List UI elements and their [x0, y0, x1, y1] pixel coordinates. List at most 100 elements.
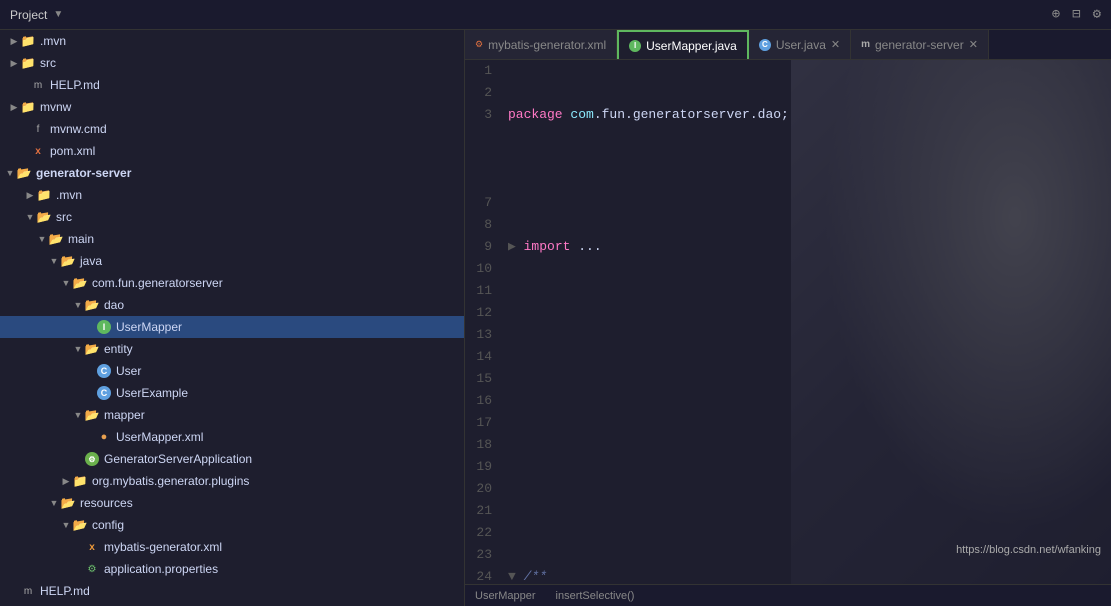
sidebar-item-label: main [68, 232, 94, 246]
sidebar-item-src1[interactable]: ▶ 📁 src [0, 52, 464, 74]
sidebar-item-label: mvnw [40, 100, 71, 114]
tab-interface-icon: I [629, 40, 641, 52]
sidebar-item-label: entity [104, 342, 133, 356]
sidebar-item-mvn1[interactable]: ▶ 📁 .mvn [0, 30, 464, 52]
folder-icon: 📂 [60, 253, 76, 269]
arrow-icon: ▶ [8, 102, 20, 113]
arrow-icon: ▶ [8, 36, 20, 47]
sidebar-item-mvnw2[interactable]: ▶ 📁 mvnw [0, 602, 464, 606]
tab-class-icon: C [759, 39, 771, 51]
arrow-icon: ▶ [24, 190, 36, 201]
sidebar-item-label: org.mybatis.generator.plugins [92, 474, 249, 488]
sidebar-item-usermapperxml[interactable]: ● UserMapper.xml [0, 426, 464, 448]
split-icon[interactable]: ⊟ [1072, 6, 1080, 23]
title-icons: ⊕ ⊟ ⚙ [1052, 6, 1101, 23]
sidebar-item-mapper[interactable]: ▼ 📂 mapper [0, 404, 464, 426]
sidebar-item-user[interactable]: C User [0, 360, 464, 382]
globe-icon[interactable]: ⊕ [1052, 6, 1060, 23]
tab-close-button[interactable]: ✕ [969, 38, 978, 51]
project-title: Project ▼ [10, 8, 63, 22]
sidebar-item-mvnw[interactable]: ▶ 📁 mvnw [0, 96, 464, 118]
sidebar-item-pomxml[interactable]: x pom.xml [0, 140, 464, 162]
sidebar-item-userexample[interactable]: C UserExample [0, 382, 464, 404]
folder-icon: 📂 [16, 165, 32, 181]
sidebar-item-label: src [56, 210, 72, 224]
sidebar-item-label: application.properties [104, 562, 218, 576]
xml-icon: ● [96, 429, 112, 445]
status-class: UserMapper [475, 590, 536, 602]
folder-icon: 📁 [36, 187, 52, 203]
folder-icon: 📂 [36, 209, 52, 225]
tabs-bar: ⚙ mybatis-generator.xml I UserMapper.jav… [465, 30, 1111, 60]
sidebar-item-orgmybatis[interactable]: ▶ 📁 org.mybatis.generator.plugins [0, 470, 464, 492]
code-line-6 [508, 434, 1103, 456]
tab-module-icon: m [861, 39, 870, 50]
properties-icon: ⚙ [84, 561, 100, 577]
sidebar-item-resources[interactable]: ▼ 📂 resources [0, 492, 464, 514]
sidebar-item-mvnwcmd[interactable]: f mvnw.cmd [0, 118, 464, 140]
tab-generator-server[interactable]: m generator-server ✕ [851, 30, 989, 59]
sidebar-item-mybatisxml[interactable]: x mybatis-generator.xml [0, 536, 464, 558]
sidebar-item-label: config [92, 518, 124, 532]
sidebar-item-package[interactable]: ▼ 📂 com.fun.generatorserver [0, 272, 464, 294]
main-layout: ▶ 📁 .mvn ▶ 📁 src m HELP.md ▶ 📁 mvnw f mv… [0, 30, 1111, 606]
sidebar-item-dao[interactable]: ▼ 📂 dao [0, 294, 464, 316]
arrow-icon: ▼ [24, 212, 36, 222]
sidebar-item-label: java [80, 254, 102, 268]
sidebar-item-label: resources [80, 496, 133, 510]
sidebar-item-label: com.fun.generatorserver [92, 276, 223, 290]
code-line-3: ▶ import ... [508, 236, 1103, 258]
sidebar[interactable]: ▶ 📁 .mvn ▶ 📁 src m HELP.md ▶ 📁 mvnw f mv… [0, 30, 465, 606]
tab-close-button[interactable]: ✕ [831, 38, 840, 51]
sidebar-item-label: HELP.md [50, 78, 100, 92]
md-icon: m [30, 77, 46, 93]
code-line-1: package com.fun.generatorserver.dao; [508, 104, 1103, 126]
sidebar-item-label: HELP.md [40, 584, 90, 598]
sidebar-item-main[interactable]: ▼ 📂 main [0, 228, 464, 250]
sidebar-item-label: .mvn [40, 34, 66, 48]
sidebar-item-config[interactable]: ▼ 📂 config [0, 514, 464, 536]
sidebar-item-helpmd2[interactable]: m HELP.md [0, 580, 464, 602]
sidebar-item-entity[interactable]: ▼ 📂 entity [0, 338, 464, 360]
sidebar-item-label: generator-server [36, 166, 131, 180]
sidebar-item-label: User [116, 364, 141, 378]
sidebar-item-generatorapp[interactable]: ⚙ GeneratorServerApplication [0, 448, 464, 470]
arrow-icon: ▼ [72, 410, 84, 420]
folder-icon: 📁 [20, 33, 36, 49]
sidebar-item-java[interactable]: ▼ 📂 java [0, 250, 464, 272]
spring-icon: ⚙ [84, 451, 100, 467]
sidebar-item-label: mvnw.cmd [50, 122, 107, 136]
folder-icon: 📂 [48, 231, 64, 247]
sidebar-item-helpmd1[interactable]: m HELP.md [0, 74, 464, 96]
sidebar-item-mvn2[interactable]: ▶ 📁 .mvn [0, 184, 464, 206]
folder-icon: 📂 [84, 407, 100, 423]
tab-mybatis-generator-xml[interactable]: ⚙ mybatis-generator.xml [465, 30, 617, 59]
title-arrow: ▼ [53, 9, 63, 20]
settings-icon[interactable]: ⚙ [1093, 6, 1101, 23]
tab-usermapper-java[interactable]: I UserMapper.java [617, 30, 749, 59]
sidebar-item-generator-server-root[interactable]: ▼ 📂 generator-server [0, 162, 464, 184]
folder-icon: 📁 [20, 55, 36, 71]
editor-area: ⚙ mybatis-generator.xml I UserMapper.jav… [465, 30, 1111, 606]
code-editor[interactable]: 1 2 3 7 8 9 10 11 12 13 14 15 16 17 18 1… [465, 60, 1111, 584]
sidebar-item-src2[interactable]: ▼ 📂 src [0, 206, 464, 228]
sidebar-item-appproperties[interactable]: ⚙ application.properties [0, 558, 464, 580]
tab-label: User.java [776, 38, 826, 52]
arrow-icon: ▶ [60, 476, 72, 487]
tab-label: UserMapper.java [646, 39, 737, 53]
code-line-2 [508, 170, 1103, 192]
code-line-4 [508, 302, 1103, 324]
arrow-icon: ▼ [60, 278, 72, 288]
arrow-icon: ▶ [8, 58, 20, 69]
sidebar-item-label: dao [104, 298, 124, 312]
line-numbers: 1 2 3 7 8 9 10 11 12 13 14 15 16 17 18 1… [465, 60, 500, 584]
xml-icon: x [84, 539, 100, 555]
sidebar-item-usermapper[interactable]: I UserMapper [0, 316, 464, 338]
arrow-icon: ▼ [48, 256, 60, 266]
code-line-7 [508, 500, 1103, 522]
folder-icon: 📁 [72, 473, 88, 489]
arrow-icon: ▼ [60, 520, 72, 530]
sidebar-item-label: pom.xml [50, 144, 95, 158]
interface-icon: I [96, 319, 112, 335]
tab-user-java[interactable]: C User.java ✕ [749, 30, 851, 59]
